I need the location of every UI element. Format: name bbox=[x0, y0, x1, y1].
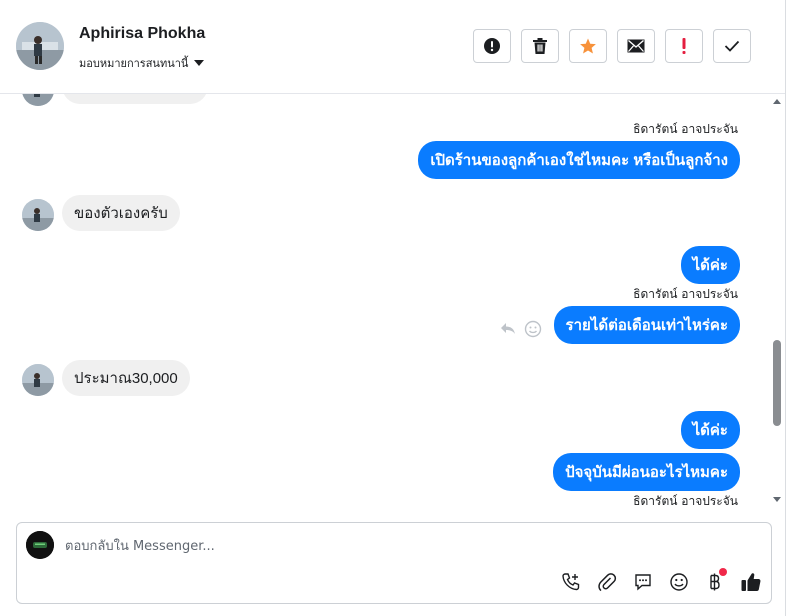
page-avatar bbox=[26, 531, 54, 559]
envelope-icon bbox=[627, 39, 645, 53]
scroll-thumb[interactable] bbox=[773, 340, 781, 426]
reply-arrow-icon[interactable] bbox=[500, 320, 516, 336]
message-bubble-incoming-partial[interactable] bbox=[62, 94, 208, 104]
phone-plus-icon[interactable] bbox=[559, 570, 583, 594]
spam-button[interactable] bbox=[473, 29, 511, 63]
trash-icon bbox=[533, 38, 547, 54]
contact-avatar-small bbox=[22, 94, 54, 106]
mark-unread-button[interactable] bbox=[617, 29, 655, 63]
delete-button[interactable] bbox=[521, 29, 559, 63]
conversation-header: Aphirisa Phokha มอบหมายการสนทนานี้ bbox=[0, 0, 785, 94]
scroll-down-arrow-icon[interactable] bbox=[773, 497, 781, 502]
chat-bubble-icon[interactable] bbox=[631, 570, 655, 594]
message-bubble-incoming[interactable]: ของตัวเองครับ bbox=[62, 195, 180, 231]
assign-label: มอบหมายการสนทนานี้ bbox=[79, 57, 189, 70]
scroll-up-arrow-icon[interactable] bbox=[773, 99, 781, 104]
message-bubble-outgoing[interactable]: รายได้ต่อเดือนเท่าไหร่คะ bbox=[553, 306, 740, 344]
assign-conversation-dropdown[interactable]: มอบหมายการสนทนานี้ bbox=[79, 54, 205, 72]
message-bubble-outgoing[interactable]: เปิดร้านของลูกค้าเองใช่ไหมคะ หรือเป็นลูก… bbox=[418, 141, 740, 179]
message-bubble-outgoing[interactable]: ได้ค่ะ bbox=[680, 411, 740, 449]
message-bubble-outgoing[interactable]: ปัจจุบันมีผ่อนอะไรไหมคะ bbox=[553, 453, 740, 491]
baht-icon[interactable] bbox=[703, 568, 727, 594]
reply-composer bbox=[16, 522, 772, 604]
checkmark-icon bbox=[724, 40, 740, 52]
star-button[interactable] bbox=[569, 29, 607, 63]
caret-down-icon bbox=[194, 60, 205, 66]
contact-avatar-small bbox=[22, 199, 54, 231]
notification-dot bbox=[719, 568, 727, 576]
star-icon bbox=[580, 38, 596, 54]
exclamation-circle-icon bbox=[484, 38, 500, 54]
smiley-icon[interactable] bbox=[667, 570, 691, 594]
thumbs-up-icon[interactable] bbox=[739, 570, 763, 594]
conversation-panel: Aphirisa Phokha มอบหมายการสนทนานี้ ธิดาร… bbox=[0, 0, 786, 616]
contact-avatar[interactable] bbox=[16, 22, 64, 70]
sender-label: ธิดารัตน์ อาจประจัน bbox=[633, 287, 738, 301]
follow-up-button[interactable] bbox=[665, 29, 703, 63]
thread-scrollbar[interactable] bbox=[770, 94, 785, 514]
contact-avatar-small bbox=[22, 364, 54, 396]
paperclip-icon[interactable] bbox=[595, 570, 619, 594]
exclamation-icon bbox=[682, 38, 686, 54]
react-smiley-icon[interactable] bbox=[524, 320, 542, 338]
message-bubble-outgoing[interactable]: ได้ค่ะ bbox=[680, 246, 740, 284]
reply-input[interactable] bbox=[65, 535, 745, 557]
sender-label: ธิดารัตน์ อาจประจัน bbox=[633, 494, 738, 508]
contact-name[interactable]: Aphirisa Phokha bbox=[79, 25, 205, 43]
message-thread[interactable]: ธิดารัตน์ อาจประจัน เปิดร้านของลูกค้าเอง… bbox=[0, 94, 770, 514]
sender-label: ธิดารัตน์ อาจประจัน bbox=[633, 122, 738, 136]
message-bubble-incoming[interactable]: ประมาณ30,000 bbox=[62, 360, 190, 396]
mark-done-button[interactable] bbox=[713, 29, 751, 63]
